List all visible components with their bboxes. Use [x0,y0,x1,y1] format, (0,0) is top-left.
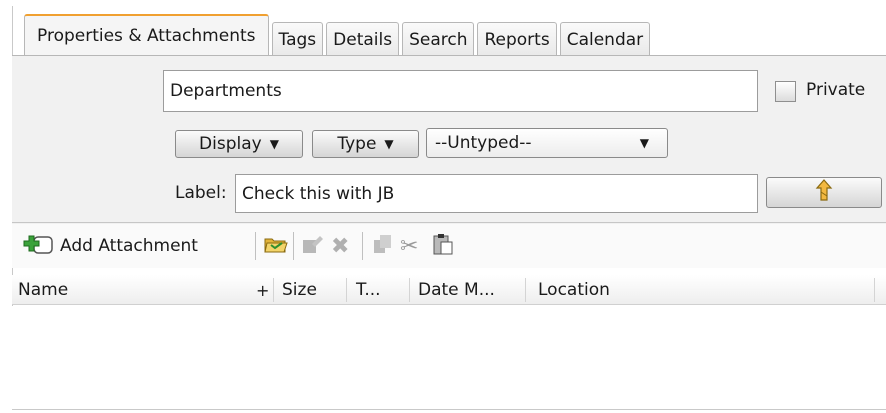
column-label: Location [538,280,610,300]
name-field[interactable]: Departments [163,70,758,112]
private-label: Private [806,80,866,100]
attachments-list-header: Name + Size T... Date M... Location [12,275,886,305]
column-label: Date M... [418,280,495,300]
tab-search[interactable]: Search [402,22,475,56]
tab-reports[interactable]: Reports [477,22,557,56]
add-attachment-label: Add Attachment [60,236,198,256]
cut-button[interactable]: ✂ [400,232,418,260]
column-divider[interactable] [525,278,526,302]
type-button[interactable]: Type ▼ [312,130,419,158]
display-button-label: Display [199,134,262,154]
tab-label: Reports [484,29,550,50]
dropdown-arrow-icon: ▼ [639,136,649,150]
column-label: Name [18,280,69,300]
add-attachment-button[interactable]: Add Attachment [22,232,198,260]
dropdown-arrow-icon: ▼ [384,137,394,151]
tab-calendar[interactable]: Calendar [559,22,651,56]
name-field-value: Departments [170,81,282,101]
tab-label: Properties & Attachments [37,26,256,46]
toolbar-separator [293,232,294,260]
type-select-value: --Untyped-- [435,133,532,153]
column-divider[interactable] [409,278,410,302]
tab-label: Search [409,29,468,50]
attachments-list[interactable] [12,306,886,409]
tab-label: Tags [278,29,317,50]
edit-button[interactable] [300,232,326,260]
column-header-location[interactable]: Location [538,275,610,305]
toolbar-separator [255,232,256,260]
edit-icon [300,232,326,261]
column-divider[interactable] [273,278,274,302]
column-header-type[interactable]: T... [356,275,381,305]
private-checkbox[interactable] [775,81,796,102]
open-folder-icon [263,232,289,261]
tab-details[interactable]: Details [326,22,400,56]
column-header-name[interactable]: Name [18,275,68,305]
column-header-size[interactable]: Size [282,275,317,305]
paste-icon [432,232,454,261]
copy-button[interactable] [372,232,394,260]
cut-icon: ✂ [400,233,419,259]
column-header-date-modified[interactable]: Date M... [418,275,495,305]
type-select[interactable]: --Untyped-- ▼ [426,128,668,158]
label-field-value: Check this with JB [242,183,395,204]
tab-properties-attachments[interactable]: Properties & Attachments [24,14,269,56]
paste-button[interactable] [432,232,454,260]
copy-icon [372,232,394,261]
tab-label: Details [333,29,393,50]
divider [12,222,886,223]
label-caption: Label: [175,183,227,203]
tab-label: Calendar [566,29,644,50]
toolbar-separator [362,232,363,260]
type-button-label: Type [337,134,377,154]
column-divider[interactable] [346,278,347,302]
dropdown-arrow-icon: ▼ [269,137,279,151]
label-field[interactable]: Check this with JB [235,174,758,213]
column-divider[interactable] [874,278,875,302]
tab-tags[interactable]: Tags [271,22,324,56]
add-attachment-icon [22,232,56,261]
label-color-button[interactable] [766,177,882,208]
display-button[interactable]: Display ▼ [175,130,303,158]
delete-button[interactable]: ✖ [331,232,349,260]
open-folder-button[interactable] [263,232,289,260]
sort-indicator-icon: + [256,280,270,300]
column-label: Size [282,280,317,300]
swap-arrow-icon [813,178,835,207]
delete-icon: ✖ [331,233,350,259]
tab-bar: Properties & Attachments Tags Details Se… [24,14,653,56]
column-label: T... [356,280,381,300]
